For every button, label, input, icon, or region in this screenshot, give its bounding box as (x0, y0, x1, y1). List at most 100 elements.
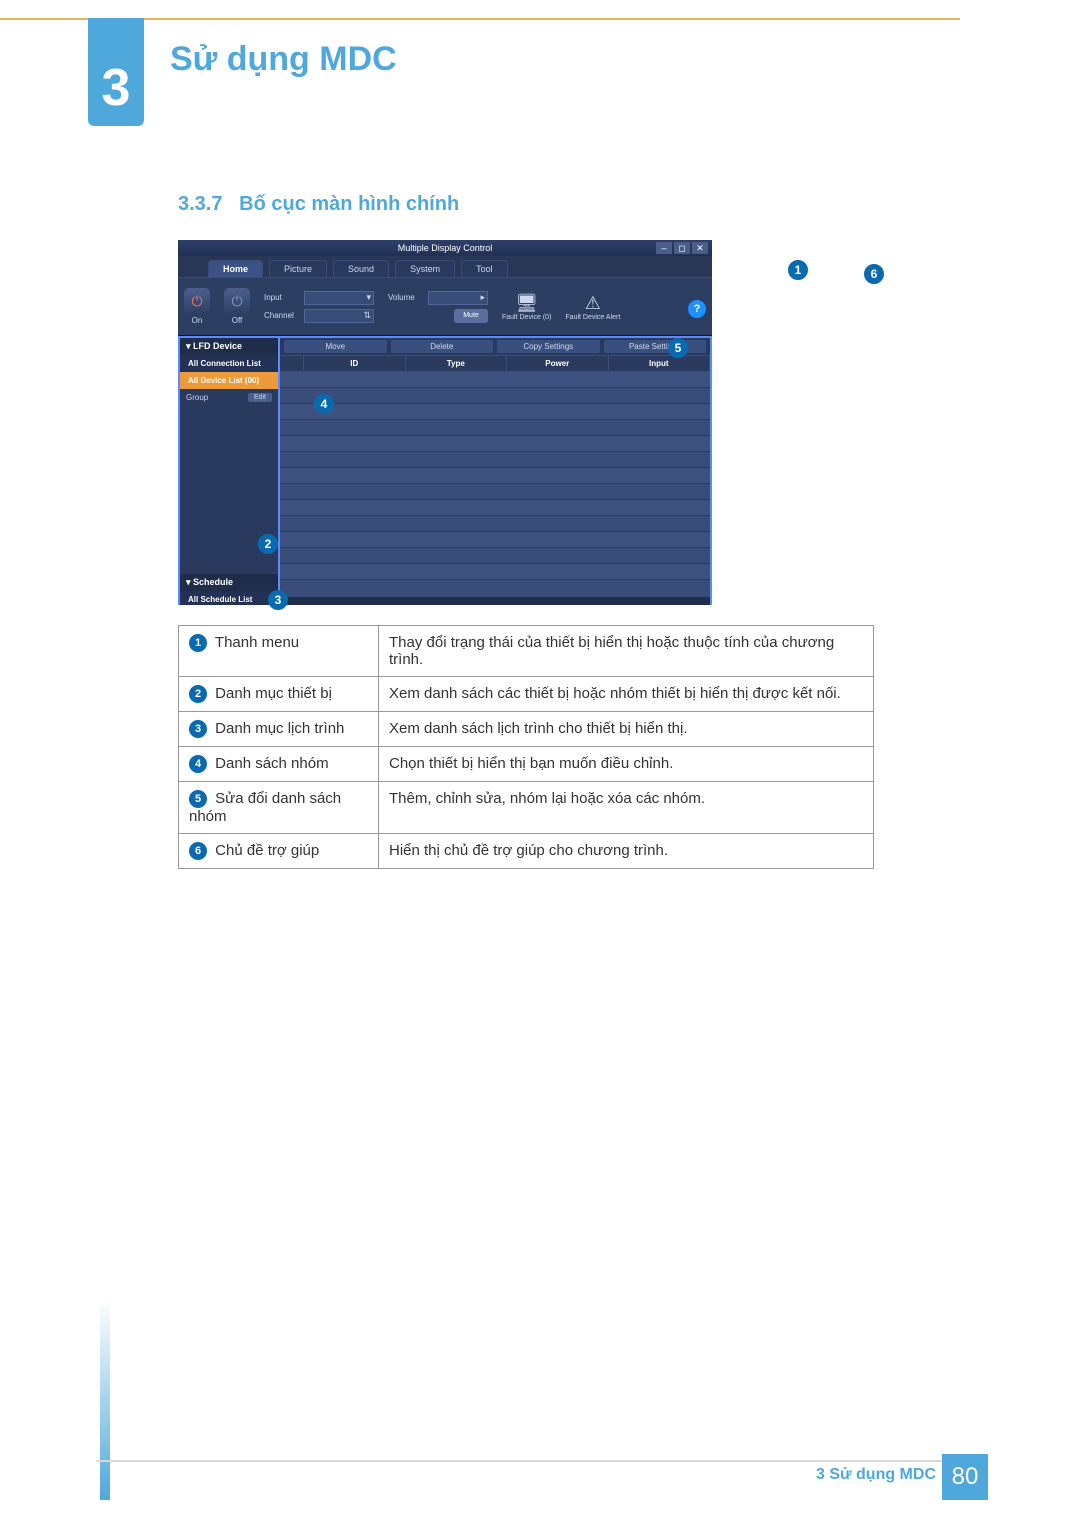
fault-count-label: Fault Device (0) (502, 314, 551, 321)
edit-button[interactable]: Edit (248, 393, 272, 402)
table-row[interactable] (280, 548, 710, 564)
titlebar: Multiple Display Control – ◻ ✕ (178, 240, 712, 256)
volume-controls: Volume ▸ Mute (388, 291, 488, 323)
sidebar-schedule-header[interactable]: Schedule (180, 574, 278, 591)
desc-row: 1 Thanh menu Thay đổi trạng thái của thi… (179, 626, 874, 677)
minimize-icon[interactable]: – (656, 242, 672, 254)
sidebar-group-row: Group Edit (180, 389, 278, 406)
description-table: 1 Thanh menu Thay đổi trạng thái của thi… (178, 625, 874, 869)
left-accent (100, 1300, 110, 1500)
input-label: Input (264, 293, 300, 302)
col-input: Input (609, 356, 711, 371)
table-row[interactable] (280, 516, 710, 532)
fault-alert-label: Fault Device Alert (565, 314, 620, 321)
desc-name: Sửa đổi danh sách nhóm (189, 790, 341, 825)
table-row[interactable] (280, 452, 710, 468)
window-controls: – ◻ ✕ (656, 242, 708, 254)
table-row[interactable] (280, 500, 710, 516)
tab-tool[interactable]: Tool (461, 260, 508, 277)
col-id: ID (304, 356, 406, 371)
callout-1: 1 (788, 260, 808, 280)
chapter-title: Sử dụng MDC (170, 40, 397, 79)
help-icon[interactable]: ? (688, 300, 706, 318)
badge-5: 5 (189, 790, 207, 808)
badge-4: 4 (189, 755, 207, 773)
desc-row: 4 Danh sách nhóm Chọn thiết bị hiển thị … (179, 747, 874, 782)
tab-sound[interactable]: Sound (333, 260, 389, 277)
channel-label: Channel (264, 311, 300, 320)
grid-toolbar: Move Delete Copy Settings Paste Settings (280, 338, 710, 356)
sidebar-lfd-header[interactable]: LFD Device (180, 338, 278, 355)
power-off-icon[interactable]: ⏻ (224, 288, 250, 314)
sidebar-all-device[interactable]: All Device List (00) (180, 372, 278, 389)
monitor-icon: 🖥 (515, 293, 538, 314)
callout-2: 2 (258, 534, 278, 554)
desc-text: Xem danh sách các thiết bị hoặc nhóm thi… (379, 677, 874, 712)
move-button[interactable]: Move (284, 340, 387, 353)
grid-header: ID Type Power Input (280, 356, 710, 372)
desc-text: Chọn thiết bị hiển thị bạn muốn điều chỉ… (379, 747, 874, 782)
badge-3: 3 (189, 720, 207, 738)
col-check (280, 356, 304, 371)
desc-name: Danh sách nhóm (215, 755, 328, 772)
desc-text: Hiển thị chủ đề trợ giúp cho chương trìn… (379, 834, 874, 869)
power-off-group: ⏻ Off (224, 288, 250, 325)
close-icon[interactable]: ✕ (692, 242, 708, 254)
ribbon: ⏻ On ⏻ Off Input ▾ Channel ⇅ Volume ▸ Mu… (178, 278, 712, 336)
tab-picture[interactable]: Picture (269, 260, 327, 277)
mute-button[interactable]: Mute (454, 309, 488, 323)
table-row[interactable] (280, 564, 710, 580)
page-number: 80 (942, 1454, 988, 1500)
badge-6: 6 (189, 842, 207, 860)
table-row[interactable] (280, 372, 710, 388)
desc-text: Thay đổi trạng thái của thiết bị hiển th… (379, 626, 874, 677)
section-title: Bố cục màn hình chính (239, 193, 459, 215)
main-panel: Move Delete Copy Settings Paste Settings… (280, 336, 712, 605)
window-title: Multiple Display Control (398, 243, 493, 253)
app-body: LFD Device All Connection List All Devic… (178, 336, 712, 605)
fault-device-count[interactable]: 🖥 Fault Device (0) (502, 293, 551, 321)
table-row[interactable] (280, 436, 710, 452)
tab-system[interactable]: System (395, 260, 455, 277)
delete-button[interactable]: Delete (391, 340, 494, 353)
desc-name: Thanh menu (215, 634, 299, 651)
input-select[interactable]: ▾ (304, 291, 374, 305)
table-row[interactable] (280, 484, 710, 500)
fault-device-alert[interactable]: ⚠ Fault Device Alert (565, 293, 620, 321)
desc-row: 2 Danh mục thiết bị Xem danh sách các th… (179, 677, 874, 712)
callout-3: 3 (268, 590, 288, 610)
desc-row: 5 Sửa đổi danh sách nhóm Thêm, chỉnh sửa… (179, 782, 874, 834)
desc-text: Thêm, chỉnh sửa, nhóm lại hoặc xóa các n… (379, 782, 874, 834)
tab-home[interactable]: Home (208, 260, 263, 277)
grid-body (280, 372, 710, 596)
app-window: Multiple Display Control – ◻ ✕ Home Pict… (178, 240, 712, 605)
channel-stepper[interactable]: ⇅ (304, 309, 374, 323)
col-power: Power (507, 356, 609, 371)
sidebar-schedule-item[interactable]: All Schedule List (180, 591, 278, 605)
menu-tabs: Home Picture Sound System Tool (178, 256, 712, 278)
footer-divider (96, 1460, 966, 1462)
desc-text: Xem danh sách lịch trình cho thiết bị hi… (379, 712, 874, 747)
sidebar-all-connection[interactable]: All Connection List (180, 355, 278, 372)
paste-settings-button[interactable]: Paste Settings (604, 340, 707, 353)
callout-5: 5 (668, 338, 688, 358)
section-heading: 3.3.7 Bố cục màn hình chính (178, 193, 459, 216)
power-on-label: On (192, 316, 203, 325)
desc-name: Danh mục lịch trình (215, 720, 344, 737)
table-row[interactable] (280, 420, 710, 436)
maximize-icon[interactable]: ◻ (674, 242, 690, 254)
power-off-label: Off (232, 316, 243, 325)
input-controls: Input ▾ Channel ⇅ (264, 291, 374, 323)
power-on-group: ⏻ On (184, 288, 210, 325)
power-on-icon[interactable]: ⏻ (184, 288, 210, 314)
volume-slider[interactable]: ▸ (428, 291, 488, 305)
table-row[interactable] (280, 532, 710, 548)
table-row[interactable] (280, 404, 710, 420)
copy-settings-button[interactable]: Copy Settings (497, 340, 600, 353)
table-row[interactable] (280, 388, 710, 404)
table-row[interactable] (280, 468, 710, 484)
callout-4: 4 (314, 394, 334, 414)
group-label: Group (186, 393, 208, 402)
horizontal-scrollbar[interactable] (280, 596, 710, 605)
footer-chapter-label: 3 Sử dụng MDC (816, 1466, 936, 1484)
